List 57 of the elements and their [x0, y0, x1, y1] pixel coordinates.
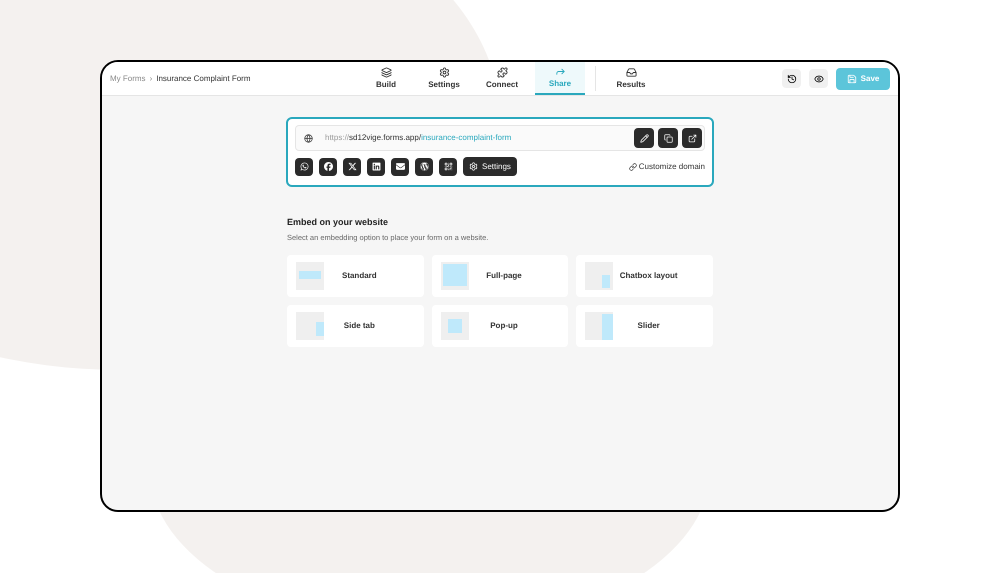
layout-thumbnail-icon	[296, 262, 324, 290]
globe-icon	[304, 134, 313, 142]
settings-icon	[469, 162, 478, 171]
link-field[interactable]: https://sd12vige.forms.app/insurance-complaint-form	[295, 125, 705, 151]
breadcrumb-link[interactable]: My Forms	[110, 72, 146, 84]
x-icon	[348, 162, 356, 171]
share-button[interactable]	[319, 158, 337, 176]
edit-link-button[interactable]	[634, 128, 654, 148]
breadcrumb-separator: ›	[150, 72, 152, 84]
share-button[interactable]	[295, 158, 313, 176]
embed-option-card[interactable]: Side tab	[287, 304, 424, 347]
history-icon	[786, 74, 796, 84]
share-button[interactable]	[439, 158, 457, 176]
layout-thumbnail-icon	[585, 312, 614, 340]
settings-icon	[438, 66, 450, 78]
open-link-button[interactable]	[682, 128, 702, 148]
nav-tab[interactable]: Results	[606, 62, 656, 95]
eye-icon	[814, 74, 824, 84]
share-button[interactable]	[391, 158, 409, 176]
envelope-icon	[396, 162, 404, 171]
linkedin-icon	[372, 162, 380, 171]
layout-thumbnail-icon	[296, 312, 324, 340]
layout-thumbnail-icon	[440, 312, 469, 340]
section-title: Embed on your website	[287, 216, 390, 229]
share-button[interactable]	[367, 158, 385, 176]
copy-link-button[interactable]	[658, 128, 678, 148]
external-link-icon	[688, 134, 696, 142]
puzzle-icon	[496, 66, 508, 78]
share-icon	[554, 66, 566, 76]
nav-tab[interactable]: Connect	[477, 62, 527, 95]
embed-option-card[interactable]: Full-page	[432, 254, 568, 297]
customize-domain-link[interactable]: Customize domain	[628, 160, 705, 172]
embed-option-card[interactable]: Standard	[287, 254, 424, 297]
share-button[interactable]	[343, 158, 361, 176]
save-icon	[846, 74, 857, 84]
link-icon	[628, 162, 637, 170]
facebook-icon	[324, 162, 332, 171]
wordpress-icon	[420, 162, 428, 171]
copy-icon	[664, 134, 672, 142]
qr-code-icon	[444, 162, 452, 171]
nav-tab[interactable]: Settings	[419, 62, 469, 95]
form-link[interactable]: https://sd12vige.forms.app/insurance-complaint-form	[325, 132, 512, 144]
nav-tab[interactable]: Build	[361, 62, 411, 95]
preview-button[interactable]	[809, 69, 828, 88]
embed-option-card[interactable]: Slider	[576, 304, 713, 347]
inbox-icon	[626, 66, 636, 78]
layers-icon	[380, 66, 392, 78]
breadcrumb-current: Insurance Complaint Form	[156, 72, 250, 84]
share-button[interactable]	[415, 158, 433, 176]
embed-option-card[interactable]: Pop-up	[432, 304, 568, 347]
layout-thumbnail-icon	[585, 262, 614, 290]
history-button[interactable]	[782, 69, 801, 88]
layout-thumbnail-icon	[440, 262, 469, 290]
embed-option-card[interactable]: Chatbox layout	[576, 254, 713, 297]
whatsapp-icon	[300, 162, 308, 171]
share-settings-button[interactable]: Settings	[463, 157, 517, 176]
pencil-icon	[640, 134, 648, 142]
